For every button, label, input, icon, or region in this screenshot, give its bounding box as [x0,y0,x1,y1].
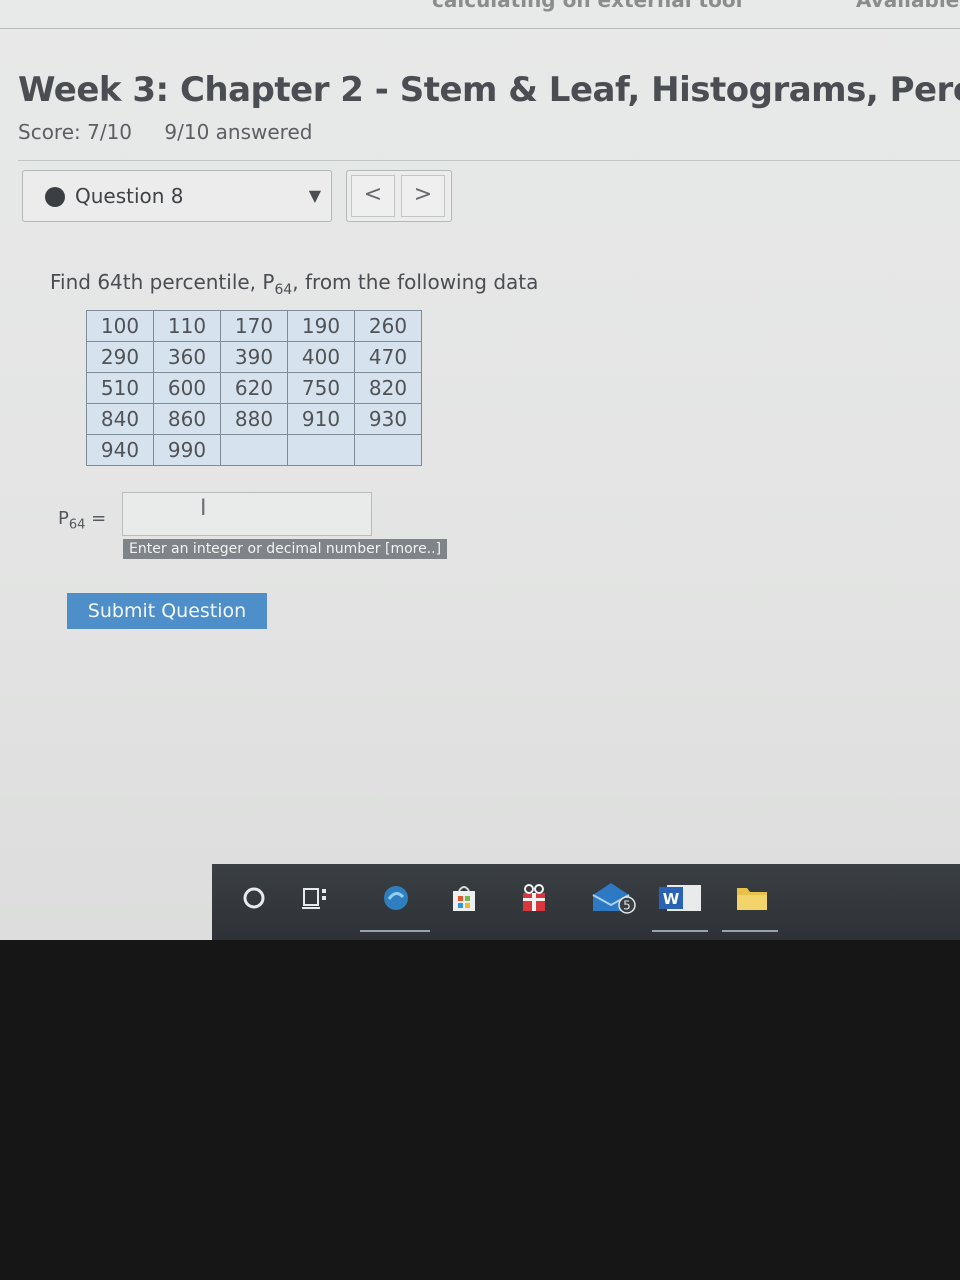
table-cell: 880 [220,403,288,435]
table-cell: 910 [287,403,355,435]
table-cell: 470 [354,341,422,373]
folder-open-indicator [722,930,778,932]
table-cell: 820 [354,372,422,404]
table-row: 100 110 170 190 260 [86,310,422,342]
table-cell: 620 [220,372,288,404]
score-line: Score: 7/10 9/10 answered [18,120,312,144]
prompt-text-end: , from the following data [292,270,539,294]
top-strip: calculating on external tool Available [0,0,960,29]
table-cell: 170 [220,310,288,342]
store-icon[interactable] [444,878,484,918]
search-circle-icon[interactable] [234,878,274,918]
table-cell: 750 [287,372,355,404]
table-cell [220,434,288,466]
table-cell: 860 [153,403,221,435]
input-hint[interactable]: Enter an integer or decimal number [more… [123,539,448,559]
table-cell: 930 [354,403,422,435]
table-cell: 600 [153,372,221,404]
table-cell: 400 [287,341,355,373]
table-cell: 260 [354,310,422,342]
answer-equals: = [91,508,107,529]
score-text: Score: 7/10 [18,120,133,144]
word-open-indicator [652,930,708,932]
task-view-icon[interactable] [296,878,336,918]
table-row: 840 860 880 910 930 [86,403,422,435]
table-cell: 390 [220,341,288,373]
folder-icon[interactable] [732,878,772,918]
answered-count: 9/10 answered [164,120,313,144]
question-prompt: Find 64th percentile, P64, from the foll… [50,270,538,298]
taskbar: 5 W [212,864,960,940]
prompt-text-start: Find 64th percentile, P [50,270,275,294]
edge-icon[interactable] [376,878,416,918]
table-row: 510 600 620 750 820 [86,372,422,404]
page-title: Week 3: Chapter 2 - Stem & Leaf, Histogr… [18,70,960,110]
mail-badge-count: 5 [623,899,631,913]
answer-label-sub: 64 [68,517,86,533]
question-dropdown-label: Question 8 [75,184,184,208]
table-cell: 940 [86,434,154,466]
submit-question-button[interactable]: Submit Question [67,593,267,629]
header-divider [18,160,960,161]
table-row: 290 360 390 400 470 [86,341,422,373]
table-cell: 840 [86,403,154,435]
table-cell: 290 [86,341,154,373]
answer-label: P64 = [58,508,106,533]
gift-icon[interactable] [514,878,554,918]
prompt-subscript: 64 [274,282,293,298]
word-icon-letter: W [663,890,680,908]
answer-input[interactable] [122,492,372,536]
table-cell [354,434,422,466]
text-cursor-icon: I [200,496,207,521]
top-strip-left-text: calculating on external tool [432,0,743,12]
table-cell: 100 [86,310,154,342]
table-row: 940 990 [86,434,422,466]
table-cell: 360 [153,341,221,373]
caret-down-icon: ▼ [308,186,321,205]
table-cell: 110 [153,310,221,342]
browser-viewport: calculating on external tool Available W… [0,0,960,940]
previous-question-button[interactable]: < [351,175,395,217]
top-strip-right-text: Available [856,0,960,12]
table-cell: 190 [287,310,355,342]
next-question-button[interactable]: > [401,175,445,217]
table-cell: 990 [153,434,221,466]
word-icon[interactable]: W [656,878,706,918]
status-dot-icon [45,187,65,207]
answer-label-main: P [58,508,69,529]
mail-icon[interactable]: 5 [588,878,642,918]
table-cell: 510 [86,372,154,404]
question-dropdown[interactable]: Question 8 ▼ [22,170,332,222]
table-cell [287,434,355,466]
question-nav-group: < > [346,170,452,222]
edge-active-indicator [360,930,430,932]
data-table: 100 110 170 190 260 290 360 390 400 470 510 600 620 7… [86,310,422,466]
